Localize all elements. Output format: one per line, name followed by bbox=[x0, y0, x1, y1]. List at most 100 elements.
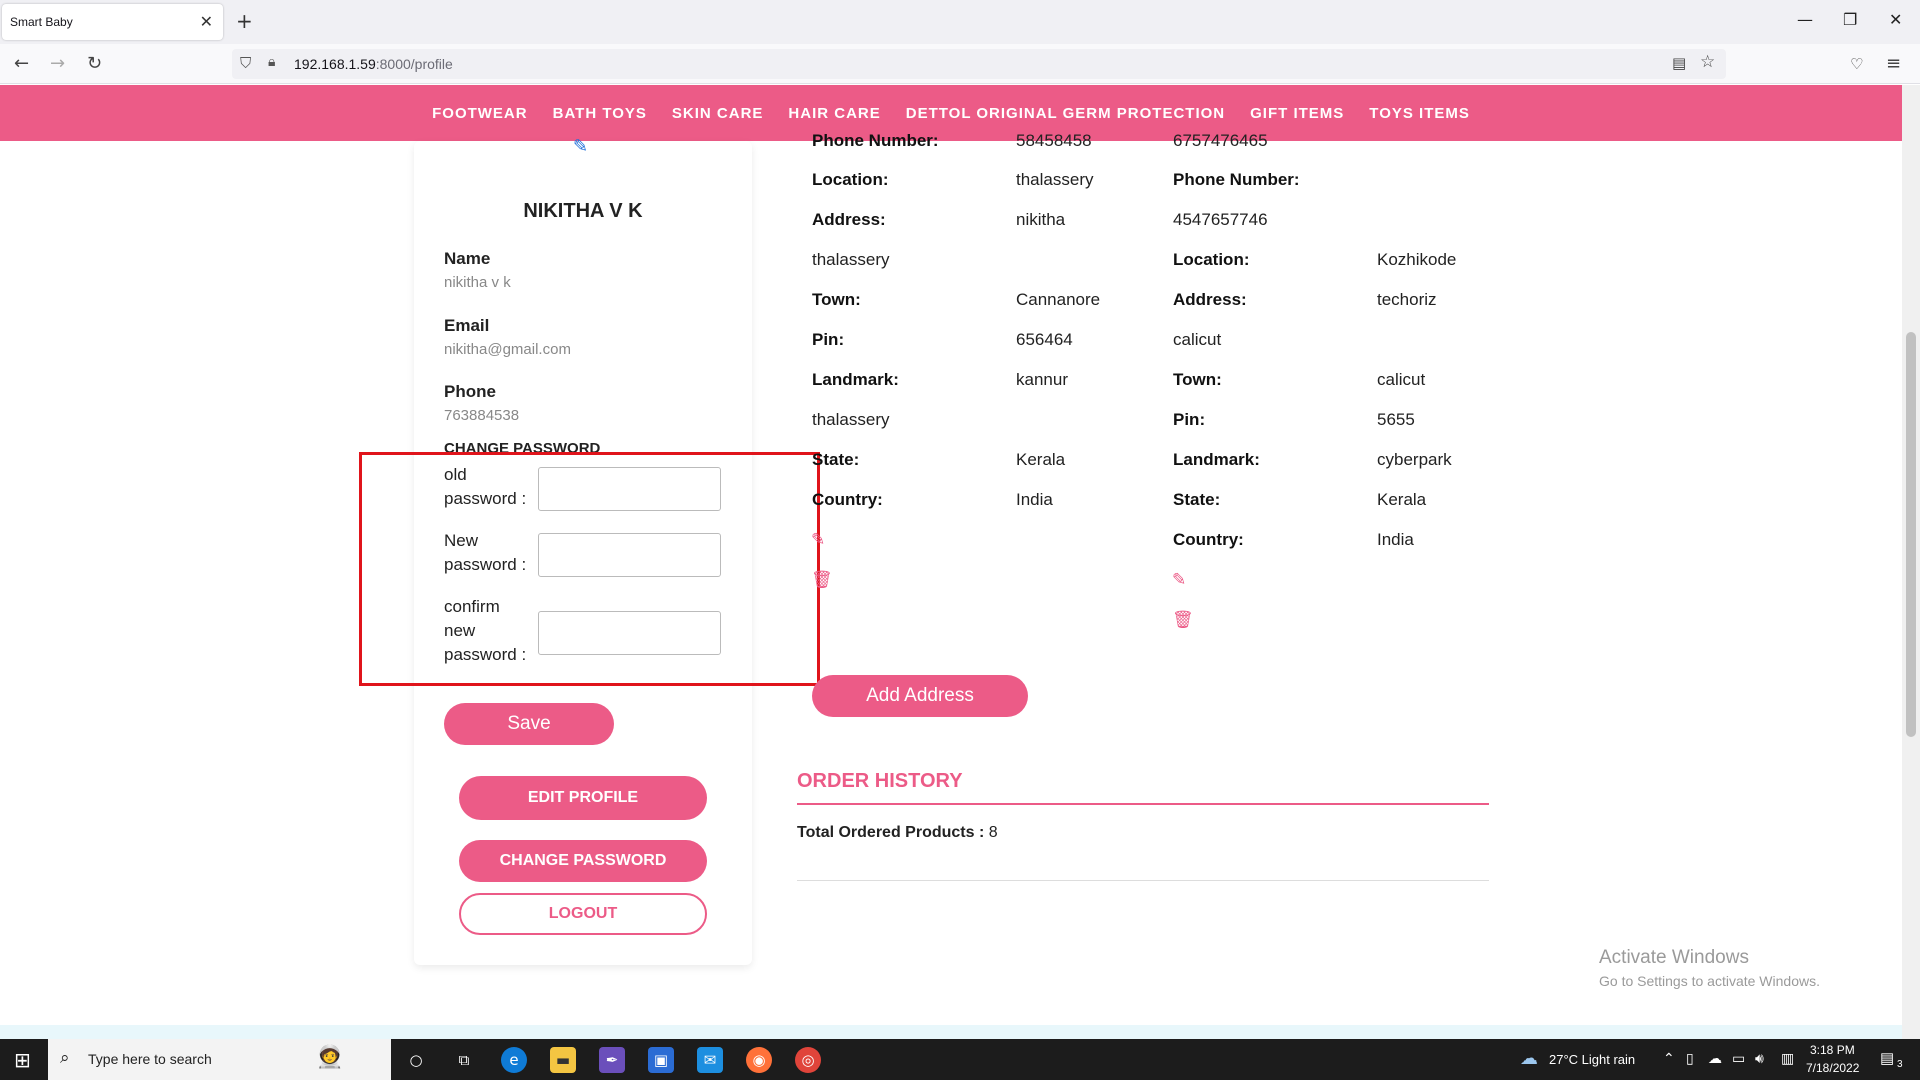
address2-pin-value: 5655 bbox=[1377, 410, 1415, 429]
address2-location-value: Kozhikode bbox=[1377, 250, 1457, 269]
shield-icon[interactable]: ⛉ bbox=[240, 54, 251, 72]
logout-button[interactable]: LOGOUT bbox=[459, 893, 707, 935]
window-close-icon[interactable]: ✕ bbox=[1889, 10, 1902, 29]
address2-country-value: India bbox=[1377, 530, 1414, 549]
menu-item-hair-care[interactable]: HAIR CARE bbox=[788, 105, 880, 122]
url-path: :8000/profile bbox=[375, 56, 453, 72]
windows-start-icon[interactable]: ⊞ bbox=[14, 1048, 31, 1072]
address1-landmark-value: kannur bbox=[1016, 370, 1068, 389]
total-ordered-label: Total Ordered Products : bbox=[797, 824, 985, 841]
highlight-annotation-box bbox=[359, 452, 820, 686]
forward-icon[interactable]: → bbox=[50, 53, 65, 74]
mail-icon[interactable]: ✉ bbox=[697, 1047, 723, 1073]
windows-taskbar: ⊞ ⌕ Type here to search 🧑‍🚀 ○ ⧉ e ▬ ✒ ▣ … bbox=[0, 1039, 1920, 1080]
tab-title: Smart Baby bbox=[10, 15, 73, 29]
pen-app-icon[interactable]: ✒ bbox=[599, 1047, 625, 1073]
tab-close-icon[interactable]: ✕ bbox=[200, 12, 213, 31]
activate-windows-title: Activate Windows bbox=[1599, 947, 1749, 968]
edge-icon[interactable]: e bbox=[501, 1047, 527, 1073]
back-icon[interactable]: ← bbox=[14, 53, 29, 74]
browser-tab-bar: Smart Baby ✕ + — ❐ ✕ bbox=[0, 0, 1920, 44]
task-view-icon[interactable]: ⧉ bbox=[451, 1047, 477, 1073]
volume-icon[interactable]: 🔊︎ bbox=[1755, 1050, 1764, 1067]
device-icon[interactable]: ▯ bbox=[1686, 1050, 1694, 1067]
firefox-icon[interactable]: ◉ bbox=[746, 1047, 772, 1073]
chrome-icon[interactable]: ◎ bbox=[795, 1047, 821, 1073]
display-icon[interactable]: ▭ bbox=[1732, 1050, 1745, 1067]
cortana-icon[interactable]: ○ bbox=[403, 1047, 429, 1073]
reload-icon[interactable]: ↻ bbox=[87, 53, 102, 74]
taskbar-search-text: Type here to search bbox=[88, 1051, 212, 1067]
store-icon[interactable]: ▣ bbox=[648, 1047, 674, 1073]
email-label: Email bbox=[444, 316, 490, 335]
menu-item-bath-toys[interactable]: BATH TOYS bbox=[553, 105, 647, 122]
browser-tab[interactable]: Smart Baby ✕ bbox=[2, 4, 223, 40]
scrollbar-thumb[interactable] bbox=[1906, 332, 1916, 737]
name-label: Name bbox=[444, 249, 491, 268]
address1-country-value: India bbox=[1016, 490, 1053, 509]
network-icon[interactable]: ▥ bbox=[1781, 1050, 1794, 1067]
address1-delete-icon[interactable]: 🗑︎ bbox=[811, 570, 833, 590]
address2-edit-icon[interactable]: ✎ bbox=[1172, 570, 1186, 590]
clock-time[interactable]: 3:18 PM bbox=[1810, 1043, 1855, 1057]
total-ordered-products: Total Ordered Products : 8 bbox=[797, 824, 998, 842]
minimize-icon[interactable]: — bbox=[1797, 10, 1813, 29]
add-address-button[interactable]: Add Address bbox=[812, 675, 1028, 717]
address1-address-line2: thalassery bbox=[812, 250, 890, 269]
address2-delete-icon[interactable]: 🗑︎ bbox=[1172, 610, 1194, 630]
address1-state-label: State: bbox=[812, 450, 860, 469]
address2-pin-label: Pin: bbox=[1173, 410, 1206, 429]
menu-item-dettol[interactable]: DETTOL ORIGINAL GERM PROTECTION bbox=[906, 105, 1225, 122]
address2-landmark-label: Landmark: bbox=[1173, 450, 1260, 469]
menu-item-footwear[interactable]: FOOTWEAR bbox=[432, 105, 528, 122]
address1-state-value: Kerala bbox=[1016, 450, 1066, 469]
menu-item-toys-items[interactable]: TOYS ITEMS bbox=[1369, 105, 1470, 122]
new-tab-icon[interactable]: + bbox=[236, 9, 253, 33]
address1-landmark-label: Landmark: bbox=[812, 370, 899, 389]
change-password-button[interactable]: CHANGE PASSWORD bbox=[459, 840, 707, 882]
address1-location-label: Location: bbox=[812, 170, 889, 189]
weather-icon[interactable]: ☁ bbox=[1520, 1048, 1538, 1069]
url-bar[interactable]: ⛉ 🔒︎ 192.168.1.59:8000/profile ▤ ☆ bbox=[232, 49, 1726, 79]
menu-item-gift-items[interactable]: GIFT ITEMS bbox=[1250, 105, 1344, 122]
lock-icon[interactable]: 🔒︎ bbox=[268, 54, 275, 70]
address2-phone-value: 4547657746 bbox=[1173, 210, 1268, 229]
url-text[interactable]: 192.168.1.59:8000/profile bbox=[294, 56, 453, 72]
address2-phone-label: Phone Number: bbox=[1173, 170, 1300, 189]
clock-date[interactable]: 7/18/2022 bbox=[1806, 1061, 1859, 1075]
address1-pin-value: 656464 bbox=[1016, 330, 1073, 349]
onedrive-icon[interactable]: ☁ bbox=[1708, 1050, 1722, 1067]
menu-icon[interactable]: ≡ bbox=[1886, 53, 1901, 74]
address2-state-value: Kerala bbox=[1377, 490, 1427, 509]
save-button[interactable]: Save bbox=[444, 703, 614, 745]
address1-address-label: Address: bbox=[812, 210, 886, 229]
page-scrollbar[interactable] bbox=[1902, 85, 1920, 1039]
show-hidden-icons[interactable]: ⌃ bbox=[1663, 1050, 1675, 1067]
menu-item-skin-care[interactable]: SKIN CARE bbox=[672, 105, 764, 122]
taskbar-search-box[interactable]: ⌕ Type here to search 🧑‍🚀 bbox=[48, 1039, 391, 1080]
address1-edit-icon[interactable]: ✎ bbox=[811, 530, 825, 550]
restore-icon[interactable]: ❐ bbox=[1843, 10, 1857, 29]
address2-location-label: Location: bbox=[1173, 250, 1250, 269]
file-explorer-icon[interactable]: ▬ bbox=[550, 1047, 576, 1073]
address1-landmark-line2: thalassery bbox=[812, 410, 890, 429]
address2-address-line2: calicut bbox=[1173, 330, 1222, 349]
address2-landmark-value: cyberpark bbox=[1377, 450, 1452, 469]
order-history-title: ORDER HISTORY bbox=[797, 770, 963, 792]
order-history-bottom-divider bbox=[797, 880, 1489, 881]
email-value: nikitha@gmail.com bbox=[444, 341, 571, 358]
pocket-icon[interactable]: ♡ bbox=[1850, 55, 1863, 73]
bookmark-star-icon[interactable]: ☆ bbox=[1700, 52, 1715, 72]
page-bottom-strip bbox=[0, 1025, 1902, 1039]
weather-text[interactable]: 27°C Light rain bbox=[1549, 1052, 1635, 1067]
reader-view-icon[interactable]: ▤ bbox=[1672, 54, 1686, 72]
notification-icon[interactable]: ▤ bbox=[1880, 1049, 1894, 1067]
address2-country-label: Country: bbox=[1173, 530, 1244, 549]
address2-town-value: calicut bbox=[1377, 370, 1426, 389]
address2-town-label: Town: bbox=[1173, 370, 1222, 389]
phone-value: 763884538 bbox=[444, 407, 520, 424]
address2-state-label: State: bbox=[1173, 490, 1221, 509]
address1-location-value: thalassery bbox=[1016, 170, 1094, 189]
activate-windows-subtitle: Go to Settings to activate Windows. bbox=[1599, 973, 1820, 989]
edit-profile-button[interactable]: EDIT PROFILE bbox=[459, 776, 707, 820]
